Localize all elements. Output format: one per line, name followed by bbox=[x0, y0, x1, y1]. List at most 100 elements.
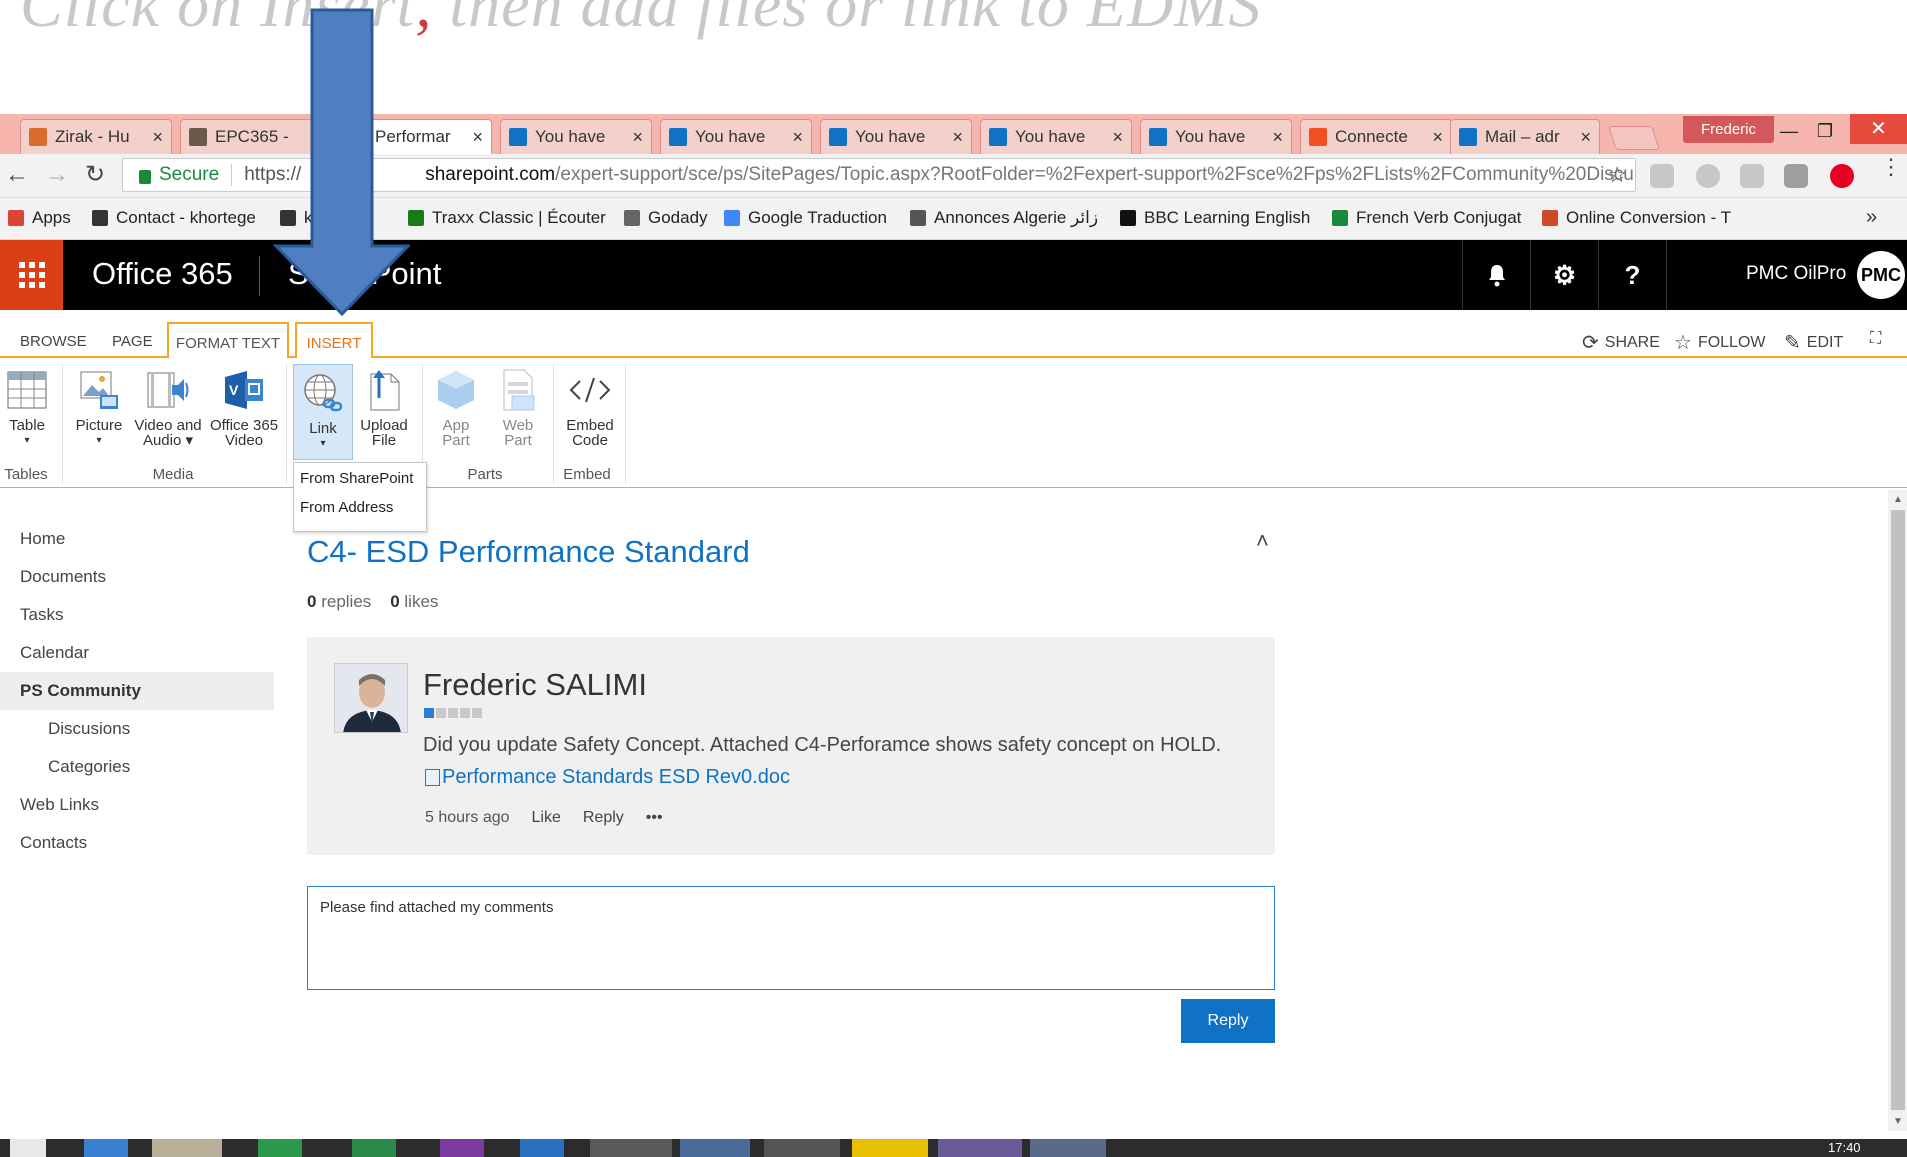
browser-tab[interactable]: Mail – adr × bbox=[1450, 119, 1600, 154]
reply-link[interactable]: Reply bbox=[583, 809, 624, 827]
tab-close-icon[interactable]: × bbox=[632, 127, 643, 148]
tab-close-icon[interactable]: × bbox=[1580, 127, 1591, 148]
browser-tab[interactable]: You have × bbox=[1140, 119, 1292, 154]
nav-item-tasks[interactable]: Tasks bbox=[0, 596, 274, 634]
extension-icon[interactable] bbox=[1784, 164, 1808, 188]
outlook-icon[interactable] bbox=[520, 1139, 564, 1157]
menu-item-from-address[interactable]: From Address bbox=[294, 492, 426, 521]
nav-item-calendar[interactable]: Calendar bbox=[0, 634, 274, 672]
bookmark-item[interactable]: Google Traduction bbox=[724, 208, 887, 228]
user-name[interactable]: PMC OilPro bbox=[1746, 263, 1846, 285]
user-avatar[interactable]: PMC bbox=[1857, 251, 1905, 299]
skype-icon[interactable] bbox=[852, 1139, 928, 1157]
browser-tab[interactable]: Zirak - Hu × bbox=[20, 119, 172, 154]
more-bookmarks-icon[interactable]: » bbox=[1866, 206, 1877, 229]
app-icon[interactable] bbox=[590, 1139, 672, 1157]
app-launcher-icon[interactable] bbox=[0, 240, 63, 310]
web-part-button[interactable]: Web Part bbox=[494, 368, 542, 448]
more-options-icon[interactable]: ••• bbox=[646, 809, 663, 827]
back-icon[interactable]: ← bbox=[2, 160, 32, 190]
reply-compose-box[interactable]: Please find attached my comments bbox=[307, 886, 1275, 990]
collapse-caret-icon[interactable]: ˄ bbox=[1256, 528, 1269, 554]
help-icon[interactable]: ? bbox=[1598, 240, 1666, 310]
bookmark-star-icon[interactable]: ☆ bbox=[1607, 162, 1627, 188]
menu-item-from-sharepoint[interactable]: From SharePoint bbox=[294, 463, 426, 492]
author-name[interactable]: Frederic SALIMI bbox=[423, 667, 647, 703]
tab-close-icon[interactable]: × bbox=[1272, 127, 1283, 148]
start-icon[interactable] bbox=[10, 1139, 46, 1157]
like-link[interactable]: Like bbox=[532, 809, 561, 827]
new-tab-button[interactable] bbox=[1608, 126, 1660, 150]
table-button[interactable]: Table ▾ bbox=[3, 368, 51, 448]
bookmark-item[interactable]: French Verb Conjugat bbox=[1332, 208, 1521, 228]
embed-code-button[interactable]: Embed Code bbox=[562, 368, 618, 448]
app-icon[interactable] bbox=[938, 1139, 1022, 1157]
restore-icon[interactable]: ❐ bbox=[1808, 118, 1842, 144]
tab-close-icon[interactable]: × bbox=[1112, 127, 1123, 148]
nav-item-categories[interactable]: Categories bbox=[0, 748, 274, 786]
app-part-button[interactable]: App Part bbox=[432, 368, 480, 448]
nav-item-home[interactable]: Home bbox=[0, 520, 274, 558]
nav-item-discusions[interactable]: Discusions bbox=[0, 710, 274, 748]
skype-extension-icon[interactable] bbox=[1740, 164, 1764, 188]
upload-file-button[interactable]: Upload File bbox=[357, 368, 411, 448]
nav-item-ps-community[interactable]: PS Community bbox=[0, 672, 274, 710]
tab-close-icon[interactable]: × bbox=[472, 127, 483, 148]
notifications-bell-icon[interactable] bbox=[1462, 240, 1530, 310]
author-photo[interactable] bbox=[334, 663, 408, 733]
focus-mode-icon[interactable]: ⛶ bbox=[1870, 330, 1881, 348]
scrollbar-thumb[interactable] bbox=[1891, 510, 1905, 1110]
skype-extension-icon[interactable] bbox=[1650, 164, 1674, 188]
scroll-down-icon[interactable]: ▼ bbox=[1891, 1116, 1905, 1130]
bookmark-item[interactable]: Traxx Classic | Écouter bbox=[408, 208, 606, 228]
word-icon[interactable] bbox=[680, 1139, 750, 1157]
suite-title[interactable]: Office 365 bbox=[92, 256, 233, 292]
app-icon[interactable] bbox=[1030, 1139, 1106, 1157]
follow-button[interactable]: ☆ FOLLOW bbox=[1674, 330, 1766, 355]
scroll-up-icon[interactable]: ▲ bbox=[1891, 494, 1905, 508]
tab-close-icon[interactable]: × bbox=[952, 127, 963, 148]
bookmark-item[interactable]: Annonces Algerie زائر bbox=[910, 208, 1098, 228]
tab-close-icon[interactable]: × bbox=[1432, 127, 1443, 148]
forward-icon[interactable]: → bbox=[42, 160, 72, 190]
bookmark-item[interactable]: BBC Learning English bbox=[1120, 208, 1310, 228]
nav-item-contacts[interactable]: Contacts bbox=[0, 824, 274, 862]
browser-tab[interactable]: Connecte × bbox=[1300, 119, 1452, 154]
attachment-link[interactable]: Performance Standards ESD Rev0.doc bbox=[442, 766, 790, 788]
video-audio-button[interactable]: Video and Audio ▾ bbox=[132, 368, 204, 448]
tab-close-icon[interactable]: × bbox=[152, 127, 163, 148]
pinterest-icon[interactable] bbox=[1830, 164, 1854, 188]
tab-page[interactable]: PAGE bbox=[106, 322, 159, 358]
tab-browse[interactable]: BROWSE bbox=[14, 322, 93, 358]
discussion-title[interactable]: C4- ESD Performance Standard bbox=[307, 534, 750, 570]
app-icon[interactable] bbox=[258, 1139, 302, 1157]
tab-insert[interactable]: INSERT bbox=[295, 322, 373, 358]
profile-chip[interactable]: Frederic bbox=[1683, 116, 1775, 143]
chrome-icon[interactable] bbox=[764, 1139, 840, 1157]
browser-tab[interactable]: You have × bbox=[980, 119, 1132, 154]
office365-video-button[interactable]: V Office 365 Video bbox=[208, 368, 280, 448]
edit-button[interactable]: ✎ EDIT bbox=[1784, 330, 1843, 355]
extension-icon[interactable] bbox=[1696, 164, 1720, 188]
browser-tab[interactable]: You have × bbox=[660, 119, 812, 154]
onenote-icon[interactable] bbox=[440, 1139, 484, 1157]
settings-gear-icon[interactable]: ⚙ bbox=[1530, 240, 1598, 310]
tab-format-text[interactable]: FORMAT TEXT bbox=[167, 322, 289, 358]
browser-tab[interactable]: You have × bbox=[820, 119, 972, 154]
link-button[interactable]: Link ▾ bbox=[293, 364, 353, 460]
share-button[interactable]: ⟳ SHARE bbox=[1582, 330, 1660, 355]
explorer-icon[interactable] bbox=[152, 1139, 222, 1157]
bookmark-item[interactable]: Godady bbox=[624, 208, 708, 228]
excel-icon[interactable] bbox=[352, 1139, 396, 1157]
reply-submit-button[interactable]: Reply bbox=[1181, 999, 1275, 1043]
picture-button[interactable]: Picture ▾ bbox=[74, 368, 124, 448]
browser-menu-icon[interactable]: ⋮ bbox=[1880, 156, 1902, 178]
ie-icon[interactable] bbox=[84, 1139, 128, 1157]
bookmark-item[interactable]: Online Conversion - T bbox=[1542, 208, 1731, 228]
bookmark-item[interactable]: Apps bbox=[8, 208, 71, 228]
nav-item-documents[interactable]: Documents bbox=[0, 558, 274, 596]
close-window-icon[interactable]: ✕ bbox=[1850, 114, 1907, 144]
bookmark-item[interactable]: Contact - khortege bbox=[92, 208, 256, 228]
nav-item-web-links[interactable]: Web Links bbox=[0, 786, 274, 824]
minimize-icon[interactable]: — bbox=[1772, 118, 1806, 144]
